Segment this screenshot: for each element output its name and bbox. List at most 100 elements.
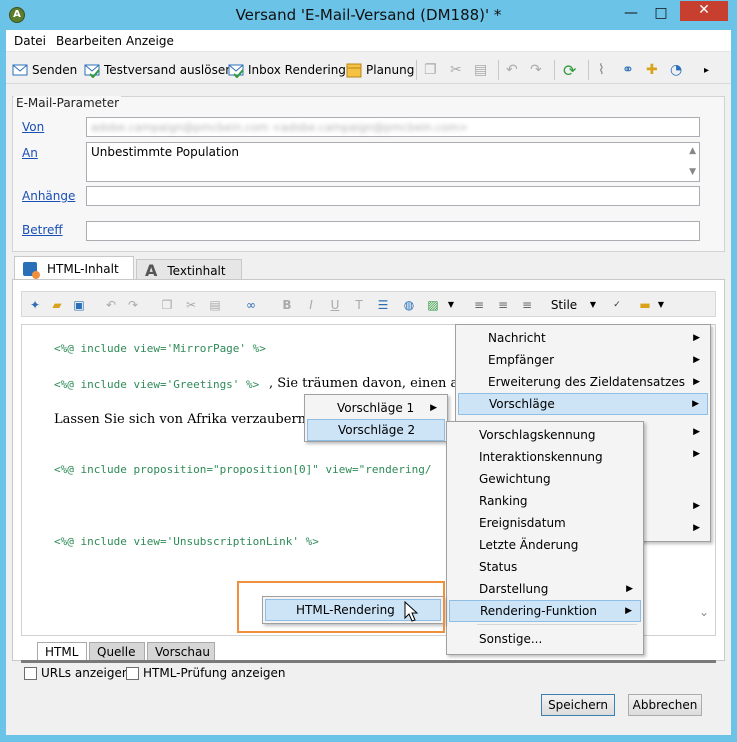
align-right-icon[interactable]: ≡	[518, 296, 536, 314]
show-urls-checkbox[interactable]: URLs anzeigen	[24, 666, 129, 680]
styles-dropdown[interactable]: Stile	[544, 296, 584, 314]
menu-item-event-date[interactable]: Ereignisdatum	[449, 512, 641, 534]
subject-label[interactable]: Betreff	[22, 223, 63, 237]
scroll-down-icon[interactable]: ▼	[689, 167, 696, 177]
link-icon[interactable]: ⚭	[622, 60, 634, 80]
save-icon[interactable]: ▣	[70, 296, 88, 314]
menu-item-status[interactable]: Status	[449, 556, 641, 578]
menu-bar: Datei Bearbeiten Anzeige	[6, 30, 731, 52]
title-bar[interactable]: A Versand 'E-Mail-Versand (DM188)' * — □…	[0, 0, 737, 30]
tab-text-content[interactable]: A Textinhalt	[136, 259, 242, 281]
envelope-icon	[12, 62, 28, 78]
subject-field[interactable]	[86, 221, 700, 241]
to-label[interactable]: An	[22, 146, 38, 160]
new-content-icon[interactable]: ✦	[26, 296, 44, 314]
submenu-arrow-icon: ▶	[626, 584, 633, 594]
html-content-icon	[23, 262, 40, 279]
underline-icon[interactable]: U	[326, 296, 344, 314]
menu-item-message[interactable]: Nachricht ▶	[458, 327, 708, 349]
find-binoculars-icon[interactable]: ∞	[242, 296, 260, 314]
menu-item-last-modified[interactable]: Letzte Änderung	[449, 534, 641, 556]
menu-item-suggestions[interactable]: Vorschläge ▶	[458, 393, 708, 415]
test-send-button[interactable]: Testversand auslösen	[84, 60, 233, 80]
redo-icon[interactable]: ↷	[124, 296, 142, 314]
italic-icon[interactable]: I	[302, 296, 320, 314]
paste-icon[interactable]: ▤	[206, 296, 224, 314]
toolbar-more-icon[interactable]: ▸	[704, 60, 709, 80]
gift-icon[interactable]: ✚	[646, 60, 658, 80]
menu-item-message-label: Nachricht	[488, 331, 546, 345]
inbox-rendering-button[interactable]: Inbox Rendering	[228, 60, 346, 80]
cancel-button[interactable]: Abbrechen	[628, 694, 702, 716]
attachments-label[interactable]: Anhänge	[22, 189, 75, 203]
tab-preview[interactable]: Vorschau	[147, 642, 215, 662]
submenu-arrow-icon: ▶	[430, 403, 437, 413]
cut-icon[interactable]: ✂	[450, 60, 462, 80]
copy-icon[interactable]: ❐	[424, 60, 437, 80]
copy-icon[interactable]: ❐	[158, 296, 176, 314]
paste-icon[interactable]: ▤	[474, 60, 487, 80]
image-dropdown-icon[interactable]: ▼	[442, 296, 460, 314]
menu-item-ranking[interactable]: Ranking	[449, 490, 641, 512]
menu-item-recipient[interactable]: Empfänger ▶	[458, 349, 708, 371]
close-icon[interactable]: ✕	[680, 1, 728, 21]
to-field[interactable]: Unbestimmte Population ▲ ▼	[86, 142, 700, 182]
tab-html-content[interactable]: HTML-Inhalt	[14, 256, 134, 281]
redo-icon[interactable]: ↷	[530, 60, 542, 80]
menu-item-rendering-function[interactable]: Rendering-Funktion ▶	[449, 600, 641, 622]
insert-image-icon[interactable]: ▨	[424, 296, 442, 314]
menu-item-display[interactable]: Darstellung ▶	[449, 578, 641, 600]
test-send-label: Testversand auslösen	[104, 63, 233, 77]
styles-chevron-down-icon[interactable]: ▼	[584, 296, 602, 314]
submenu-arrow-icon: ▶	[693, 377, 700, 387]
align-center-icon[interactable]: ≡	[494, 296, 512, 314]
scroll-up-icon[interactable]: ▲	[689, 146, 696, 156]
gauge-icon[interactable]: ◔	[670, 60, 682, 80]
menu-item-proposition-id[interactable]: Vorschlagskennung	[449, 424, 641, 446]
spellcheck-icon[interactable]: ✓	[608, 296, 626, 314]
open-folder-icon[interactable]: ▰	[48, 296, 66, 314]
tab-source[interactable]: Quelle	[89, 642, 145, 662]
planning-button[interactable]: Planung	[346, 60, 414, 80]
refresh-icon[interactable]: ⟳	[563, 60, 576, 80]
main-toolbar: Senden Testversand auslösen Inbox Render…	[6, 54, 731, 84]
bold-icon[interactable]: B	[278, 296, 296, 314]
tab-html-content-label: HTML-Inhalt	[47, 262, 119, 276]
menu-item-suggestion-1[interactable]: Vorschläge 1 ▶	[307, 397, 445, 419]
show-urls-box[interactable]	[24, 666, 37, 680]
undo-icon[interactable]: ↶	[506, 60, 518, 80]
align-left-icon[interactable]: ≡	[470, 296, 488, 314]
bullet-list-icon[interactable]: ☰	[374, 296, 392, 314]
tab-html[interactable]: HTML	[37, 642, 87, 662]
from-label[interactable]: Von	[22, 120, 44, 134]
attachment-icon[interactable]: ⌇	[598, 60, 605, 80]
menu-item-weight[interactable]: Gewichtung	[449, 468, 641, 490]
code-proposition: <%@ include proposition="proposition[0]"…	[54, 463, 432, 476]
layout-chevron-down-icon[interactable]: ▼	[652, 296, 670, 314]
menu-item-target-extension[interactable]: Erweiterung des Zieldatensatzes ▶	[458, 371, 708, 393]
menu-datei[interactable]: Datei	[14, 34, 46, 48]
from-value: adobe.campaign@pmcbein.com <adobe.campai…	[91, 121, 468, 134]
menu-item-interaction-id[interactable]: Interaktionskennung	[449, 446, 641, 468]
menu-item-other[interactable]: Sonstige...	[449, 628, 641, 650]
send-button[interactable]: Senden	[12, 60, 77, 80]
menu-anzeige[interactable]: Anzeige	[126, 34, 174, 48]
attachments-field[interactable]	[86, 186, 700, 206]
toolbar-separator	[554, 60, 555, 80]
cut-icon[interactable]: ✂	[182, 296, 200, 314]
personalize-icon[interactable]: ◍	[400, 296, 418, 314]
undo-icon[interactable]: ↶	[102, 296, 120, 314]
from-field[interactable]: adobe.campaign@pmcbein.com <adobe.campai…	[86, 117, 700, 137]
html-check-checkbox[interactable]: HTML-Prüfung anzeigen	[126, 666, 286, 680]
save-button[interactable]: Speichern	[541, 694, 615, 716]
menu-bearbeiten[interactable]: Bearbeiten	[56, 34, 122, 48]
maximize-icon[interactable]: □	[648, 4, 674, 24]
greeting-text: , Sie träumen davon, einen ande	[269, 376, 483, 391]
minimize-icon[interactable]: —	[618, 4, 644, 24]
submenu-arrow-icon: ▶	[625, 606, 632, 616]
menu-item-recipient-label: Empfänger	[488, 353, 555, 367]
editor-scroll-down-icon[interactable]: ⌄	[699, 605, 709, 619]
text-style-icon[interactable]: T	[350, 296, 368, 314]
menu-item-suggestion-2[interactable]: Vorschläge 2	[307, 419, 445, 441]
html-check-box[interactable]	[126, 666, 139, 680]
